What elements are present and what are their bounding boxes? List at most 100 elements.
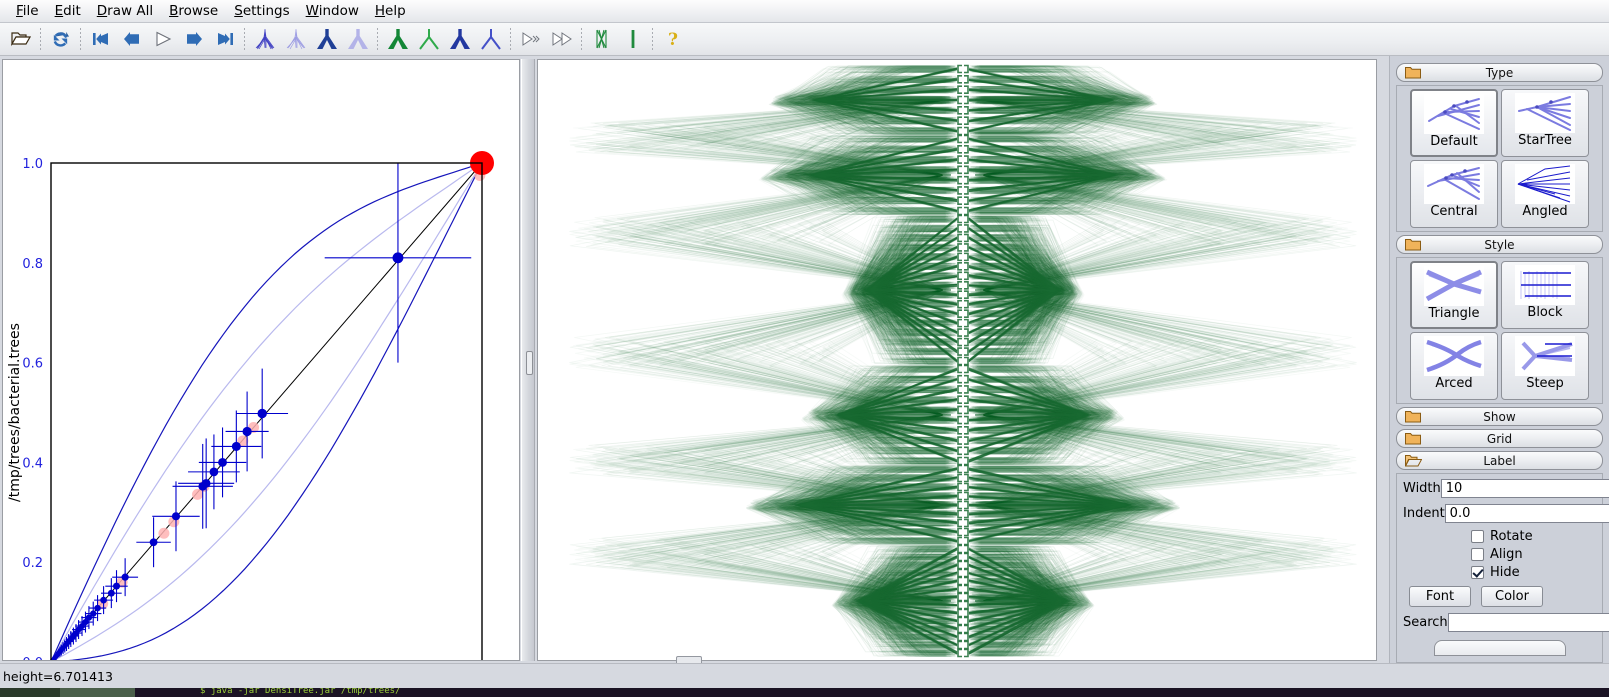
section-label-type: Type	[1485, 65, 1514, 80]
style-option-block-label: Block	[1527, 305, 1563, 320]
skip-first-icon	[92, 33, 108, 45]
section-label-grid: Grid	[1486, 431, 1513, 446]
folder-closed-icon	[1405, 411, 1421, 423]
animate-fast-button[interactable]	[547, 25, 576, 54]
type-option-startree[interactable]: StarTree	[1501, 89, 1589, 157]
folder-closed-icon	[1405, 239, 1421, 251]
svg-text:/tmp/trees/bacterial.trees: /tmp/trees/bacterial.trees	[7, 323, 23, 502]
next-button[interactable]	[179, 25, 208, 54]
style-option-arced[interactable]: Arced	[1410, 332, 1498, 400]
tree-solid-navy-icon	[449, 29, 470, 49]
skip-last-icon	[217, 33, 233, 45]
menu-draw-all[interactable]: Draw All	[89, 1, 161, 21]
type-option-angled[interactable]: Angled	[1501, 160, 1589, 228]
consensus-light-button[interactable]	[343, 25, 372, 54]
tree-outline-blue-button[interactable]	[476, 25, 505, 54]
section-header-grid[interactable]: Grid	[1396, 429, 1603, 448]
menu-help[interactable]: Help	[367, 1, 414, 21]
status-bar: height=6.701413	[0, 663, 1609, 688]
root-canal-green-button[interactable]	[383, 25, 412, 54]
densitree-panel[interactable]	[537, 59, 1377, 661]
tree-cloud-light-icon	[286, 29, 305, 50]
consensus-dark-button[interactable]	[312, 25, 341, 54]
draw-all-light-button[interactable]	[281, 25, 310, 54]
last-button[interactable]	[210, 25, 239, 54]
label-indent-input[interactable]	[1444, 504, 1609, 523]
help-button[interactable]: ?	[658, 25, 687, 54]
root-canal-lightgreen-button[interactable]	[414, 25, 443, 54]
densitree-window: File Edit Draw All Browse Settings Windo…	[0, 0, 1609, 697]
scatter-plot-panel[interactable]: 0.00.20.40.60.81.00.00.20.40.60.81.0bact…	[2, 59, 520, 661]
open-file-button[interactable]	[6, 25, 35, 54]
type-options-group: Default StarTree Central Angled	[1396, 85, 1603, 232]
label-rotate-row[interactable]: Rotate	[1471, 529, 1596, 544]
arced-style-thumb-icon	[1426, 339, 1482, 373]
rotate-checkbox[interactable]	[1471, 530, 1484, 543]
tree-outline-green-icon	[418, 29, 439, 50]
search-input[interactable]	[1447, 613, 1609, 632]
label-buttons-row: Font Color	[1409, 586, 1596, 607]
hide-checkbox[interactable]	[1471, 566, 1484, 579]
reload-button[interactable]	[46, 25, 75, 54]
svg-text:0.2: 0.2	[22, 556, 43, 571]
split-pane-divider[interactable]	[521, 59, 535, 661]
section-header-partial-below[interactable]	[1433, 640, 1566, 656]
bar-button[interactable]	[618, 25, 647, 54]
background-terminal-strip[interactable]: $ java -jar DensiTree.jar /tmp/trees/	[0, 688, 1609, 697]
style-option-steep-label: Steep	[1526, 376, 1564, 391]
menu-bar: File Edit Draw All Browse Settings Windo…	[0, 0, 1609, 23]
svg-text:0.8: 0.8	[22, 257, 43, 272]
section-header-type[interactable]: Type	[1396, 63, 1603, 82]
type-option-central[interactable]: Central	[1410, 160, 1498, 228]
draw-all-blue-button[interactable]	[250, 25, 279, 54]
open-folder-icon	[10, 32, 31, 47]
play-fast-icon	[552, 32, 572, 46]
style-option-triangle[interactable]: Triangle	[1410, 261, 1498, 329]
section-header-show[interactable]: Show	[1396, 407, 1603, 426]
steep-style-thumb-icon	[1521, 341, 1573, 371]
toolbar-separator	[510, 28, 511, 50]
toolbar-separator	[80, 28, 81, 50]
label-hide-row[interactable]: Hide	[1471, 565, 1596, 580]
section-header-label[interactable]: Label	[1396, 451, 1603, 470]
section-header-style[interactable]: Style	[1396, 235, 1603, 254]
menu-browse[interactable]: Browse	[161, 1, 226, 21]
tree-blue-button[interactable]	[445, 25, 474, 54]
search-caption: Search	[1403, 615, 1448, 630]
play-button[interactable]	[148, 25, 177, 54]
arrow-right-icon	[186, 32, 202, 46]
densitree-canvas[interactable]	[539, 61, 1375, 659]
align-label: Align	[1490, 547, 1523, 562]
menu-window-label-rest: indow	[318, 3, 359, 19]
style-thumb-triangle	[1424, 266, 1484, 306]
toolbar-separator	[244, 28, 245, 50]
type-option-default-label: Default	[1430, 134, 1478, 149]
folder-closed-icon	[1405, 67, 1421, 79]
style-option-steep[interactable]: Steep	[1501, 332, 1589, 400]
menu-edit[interactable]: Edit	[47, 1, 89, 21]
style-options-group: Triangle Block Arced Steep	[1396, 257, 1603, 404]
style-thumb-block	[1515, 265, 1575, 305]
menu-file[interactable]: File	[8, 1, 47, 21]
tree-solid-green-icon	[387, 29, 408, 49]
split-pane-grip[interactable]	[526, 351, 533, 375]
label-width-input[interactable]	[1440, 479, 1609, 498]
type-thumb-central	[1424, 164, 1484, 204]
style-option-block[interactable]: Block	[1501, 261, 1589, 329]
align-checkbox[interactable]	[1471, 548, 1484, 561]
toolbar: ?	[0, 23, 1609, 56]
menu-settings[interactable]: Settings	[226, 1, 297, 21]
menu-window[interactable]: Window	[298, 1, 367, 21]
grid-button[interactable]	[587, 25, 616, 54]
default-tree-thumb-icon	[1428, 98, 1480, 130]
previous-button[interactable]	[117, 25, 146, 54]
section-label-show: Show	[1483, 409, 1516, 424]
animate-slow-button[interactable]	[516, 25, 545, 54]
label-align-row[interactable]: Align	[1471, 547, 1596, 562]
first-button[interactable]	[86, 25, 115, 54]
font-button[interactable]: Font	[1409, 586, 1471, 607]
toolbar-separator	[40, 28, 41, 50]
color-button[interactable]: Color	[1481, 586, 1543, 607]
menu-browse-label-rest: rowse	[178, 3, 219, 19]
type-option-default[interactable]: Default	[1410, 89, 1498, 157]
